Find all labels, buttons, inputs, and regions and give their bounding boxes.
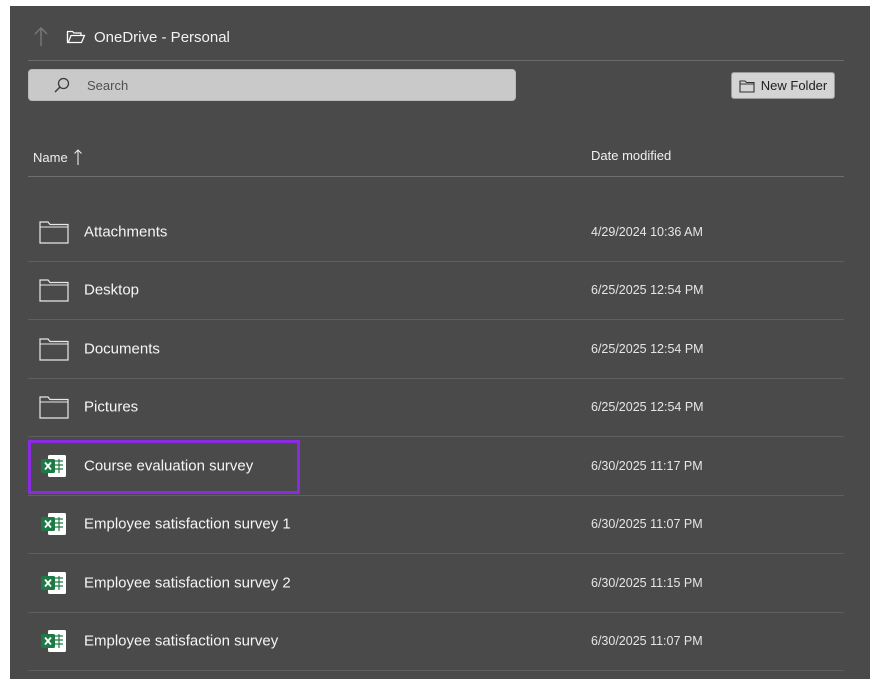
file-name: Employee satisfaction survey 1 [84,515,291,533]
file-row[interactable]: Attachments 4/29/2024 10:36 AM [28,203,844,262]
excel-file-icon [41,513,66,536]
folder-icon [39,396,69,419]
file-row[interactable]: Desktop 6/25/2025 12:54 PM [28,262,844,320]
file-row[interactable]: Employee satisfaction survey 6/30/2025 1… [28,613,844,671]
file-name: Pictures [84,398,139,416]
sort-ascending-arrow-icon [73,149,82,165]
file-row[interactable]: Pictures 6/25/2025 12:54 PM [28,379,844,437]
file-name: Course evaluation survey [84,457,254,475]
current-location[interactable]: OneDrive - Personal [66,27,230,47]
file-name: Documents [84,340,160,358]
new-folder-label: New Folder [760,78,828,93]
search-placeholder: Search [87,77,129,93]
file-date-modified: 4/29/2024 10:36 AM [591,224,703,239]
file-date-modified: 6/30/2025 11:07 PM [591,634,703,649]
file-date-modified: 6/25/2025 12:54 PM [591,400,704,415]
file-row[interactable]: Employee satisfaction survey 1 6/30/2025… [28,496,844,554]
location-label: OneDrive - Personal [94,28,230,46]
folder-icon [39,279,69,302]
header-divider [28,60,844,61]
file-picker-dialog: OneDrive - Personal Search New Folder Na… [10,6,870,679]
folder-icon [39,338,69,361]
column-header-date-modified[interactable]: Date modified [591,148,671,163]
column-name-label: Name [33,149,68,165]
file-list: Attachments 4/29/2024 10:36 AM Desktop 6… [28,203,844,671]
open-folder-icon [66,30,86,44]
folder-icon [739,79,755,93]
excel-file-icon [41,630,66,653]
file-name: Employee satisfaction survey [84,632,279,650]
excel-file-icon [41,571,66,594]
file-date-modified: 6/25/2025 12:54 PM [591,341,704,356]
file-date-modified: 6/30/2025 11:17 PM [591,458,703,473]
file-name: Employee satisfaction survey 2 [84,574,291,592]
file-name: Attachments [84,223,168,241]
column-header-divider [28,176,844,177]
file-date-modified: 6/25/2025 12:54 PM [591,283,704,298]
excel-file-icon [41,454,66,477]
column-header-name[interactable]: Name [33,148,83,166]
file-name: Desktop [84,281,140,299]
search-icon [54,77,70,93]
file-row[interactable]: Course evaluation survey 6/30/2025 11:17… [28,437,844,496]
new-folder-button[interactable]: New Folder [731,72,835,99]
up-arrow-icon[interactable] [32,26,50,48]
search-input[interactable]: Search [28,69,516,101]
file-row[interactable]: Documents 6/25/2025 12:54 PM [28,320,844,379]
folder-icon [39,221,69,244]
file-date-modified: 6/30/2025 11:07 PM [591,517,703,532]
file-date-modified: 6/30/2025 11:15 PM [591,575,703,590]
column-date-label: Date modified [591,148,672,163]
file-row[interactable]: Employee satisfaction survey 2 6/30/2025… [28,554,844,613]
